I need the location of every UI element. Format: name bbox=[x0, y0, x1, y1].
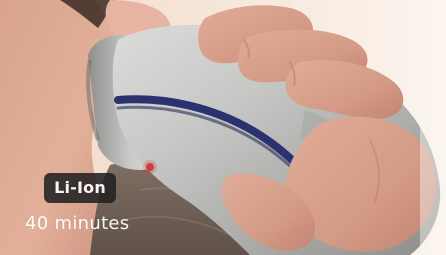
li-ion-badge: Li-Ion bbox=[44, 173, 116, 203]
product-image-frame: Li-Ion 40 minutes bbox=[0, 0, 446, 255]
runtime-caption: 40 minutes bbox=[25, 213, 130, 234]
